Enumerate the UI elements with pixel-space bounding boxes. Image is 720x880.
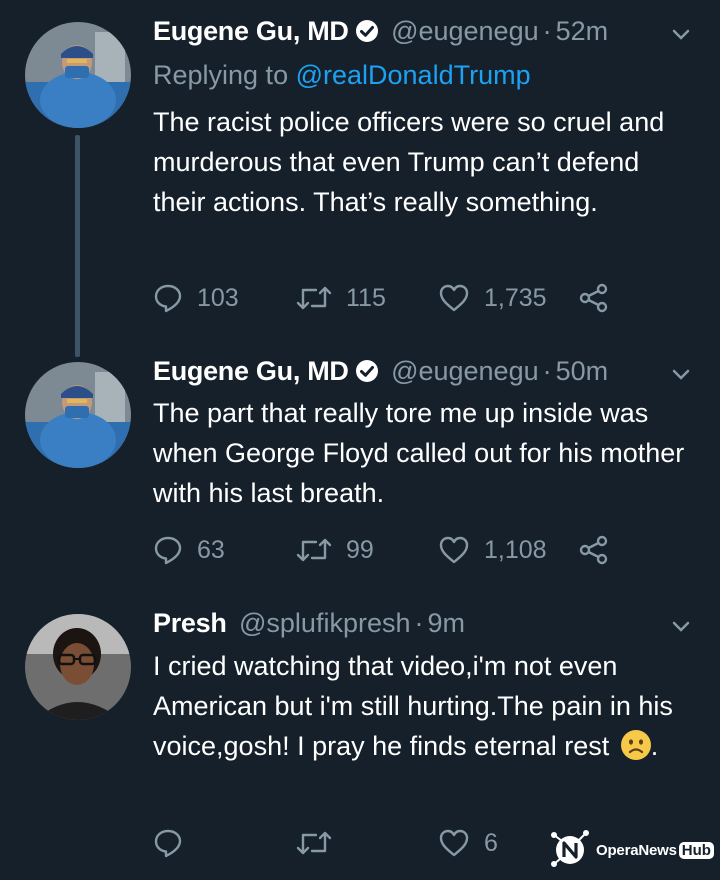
separator-dot: · [542, 356, 552, 386]
avatar[interactable] [25, 614, 131, 720]
tweet-text-content: I cried watching that video,i'm not even… [153, 651, 673, 761]
like-count: 1,735 [484, 283, 547, 312]
replying-to: Replying to @realDonaldTrump [153, 60, 531, 91]
author-handle[interactable]: @splufikpresh [239, 608, 410, 638]
reply-button[interactable]: 103 [153, 278, 239, 318]
chevron-down-icon[interactable] [670, 24, 692, 51]
separator-dot: · [414, 608, 424, 638]
share-icon [578, 534, 610, 566]
operanews-logo-icon [548, 826, 592, 875]
reply-button[interactable]: 63 [153, 530, 225, 570]
tweet-time[interactable]: 9m [427, 608, 465, 638]
watermark-hub: Hub [678, 841, 714, 859]
share-icon [578, 282, 610, 314]
chevron-down-icon[interactable] [670, 364, 692, 391]
reply-icon [153, 535, 183, 565]
reply-count: 63 [197, 535, 225, 564]
separator-dot: · [542, 16, 552, 46]
like-count: 6 [484, 828, 498, 857]
tweet-time[interactable]: 52m [556, 16, 609, 46]
replying-to-label: Replying to [153, 60, 296, 90]
tweet-header: Presh @splufikpresh · 9m [153, 608, 700, 648]
like-button[interactable]: 6 [438, 823, 498, 863]
like-count: 1,108 [484, 535, 547, 564]
author-handle[interactable]: @eugenegu [391, 16, 539, 46]
mention-link[interactable]: @realDonaldTrump [296, 60, 531, 90]
author-name[interactable]: Eugene Gu, MD [153, 16, 349, 46]
like-button[interactable]: 1,735 [438, 278, 547, 318]
thread-connector-line [75, 135, 80, 357]
tweet-text: The part that really tore me up inside w… [153, 398, 685, 508]
share-button[interactable] [578, 530, 610, 570]
tweet-header: Eugene Gu, MD @eugenegu · 52m [153, 16, 700, 56]
retweet-button[interactable]: 99 [296, 530, 374, 570]
avatar[interactable] [25, 362, 131, 468]
author-name[interactable]: Eugene Gu, MD [153, 356, 349, 386]
chevron-down-icon[interactable] [670, 616, 692, 643]
reply-icon [153, 283, 183, 313]
tweet-actions: 103 115 1,735 [153, 278, 623, 318]
retweet-icon [296, 283, 332, 313]
watermark-brand: OperaNews [596, 841, 677, 859]
share-button[interactable] [578, 278, 610, 318]
tweet-text: The racist police officers were so cruel… [153, 107, 665, 217]
like-icon [438, 828, 470, 858]
verified-badge-icon [355, 359, 379, 388]
tweet-header: Eugene Gu, MD @eugenegu · 50m [153, 356, 700, 396]
retweet-icon [296, 535, 332, 565]
retweet-button[interactable]: 115 [296, 278, 386, 318]
tweet-text-end: . [650, 731, 659, 761]
avatar[interactable] [25, 22, 131, 128]
like-button[interactable]: 1,108 [438, 530, 547, 570]
author-handle[interactable]: @eugenegu [391, 356, 539, 386]
tweet-text: I cried watching that video,i'm not even… [153, 646, 698, 766]
like-icon [438, 283, 470, 313]
retweet-count: 115 [346, 283, 386, 312]
tweet-actions: 63 99 1,108 [153, 530, 623, 570]
verified-badge-icon [355, 19, 379, 48]
like-icon [438, 535, 470, 565]
retweet-count: 99 [346, 535, 374, 564]
retweet-button[interactable] [296, 823, 346, 863]
reply-icon [153, 828, 183, 858]
reply-count: 103 [197, 283, 239, 312]
operanews-hub-watermark: OperaNews Hub [548, 826, 714, 874]
retweet-icon [296, 828, 332, 858]
reply-button[interactable] [153, 823, 197, 863]
worried-face-emoji [620, 730, 651, 760]
tweet-time[interactable]: 50m [556, 356, 609, 386]
author-name[interactable]: Presh [153, 608, 227, 638]
